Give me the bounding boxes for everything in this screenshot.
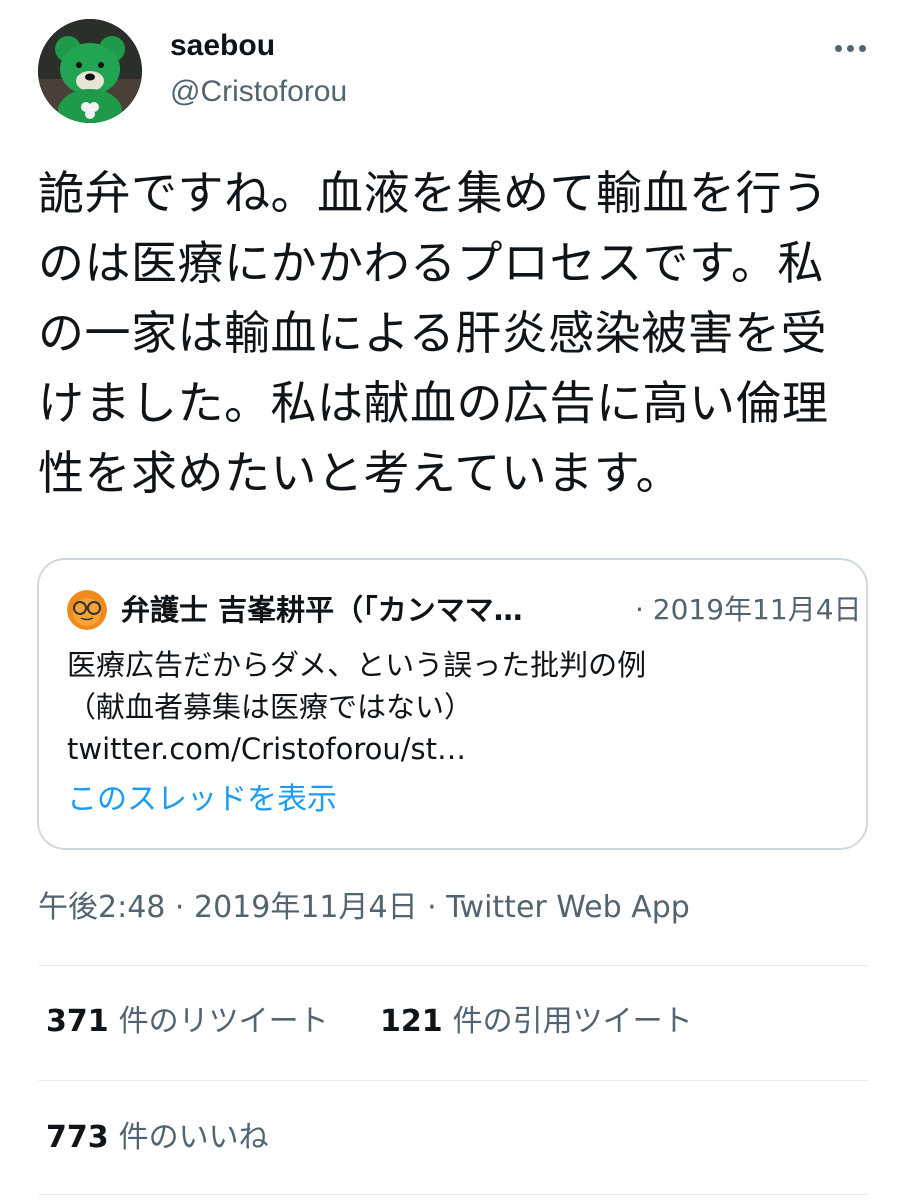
more-options-button[interactable] bbox=[826, 28, 874, 68]
more-horizontal-icon bbox=[834, 44, 842, 52]
avatar[interactable] bbox=[38, 19, 142, 123]
likes-stat[interactable]: 773 件のいいね bbox=[46, 1116, 269, 1160]
likes-count: 773 bbox=[46, 1120, 109, 1155]
more-dot bbox=[858, 44, 866, 52]
quote-author-name[interactable]: 弁護士 吉峯耕平（「カンママ… bbox=[121, 590, 611, 630]
user-handle[interactable]: @Cristoforou bbox=[170, 74, 347, 110]
quote-avatar[interactable] bbox=[67, 590, 107, 630]
retweets-stat[interactable]: 371 件のリツイート bbox=[46, 1000, 329, 1044]
show-thread-link[interactable]: このスレッドを表示 bbox=[67, 778, 337, 822]
likes-label: 件のいいね bbox=[118, 1120, 269, 1155]
retweets-count: 371 bbox=[46, 1004, 109, 1039]
quote-body: 医療広告だからダメ、という誤った批判の例 （献血者募集は医療ではない） twit… bbox=[67, 644, 837, 770]
more-dot bbox=[846, 44, 854, 52]
quotes-count: 121 bbox=[380, 1004, 443, 1039]
quote-link[interactable]: twitter.com/Cristoforou/st… bbox=[67, 728, 837, 770]
divider bbox=[38, 1194, 868, 1195]
quote-tweets-stat[interactable]: 121 件の引用ツイート bbox=[380, 1000, 693, 1044]
retweets-label: 件のリツイート bbox=[118, 1004, 329, 1039]
display-name[interactable]: saebou bbox=[170, 28, 275, 64]
quotes-label: 件の引用ツイート bbox=[452, 1004, 693, 1039]
tweet-metadata[interactable]: 午後2:48 · 2019年11月4日 · Twitter Web App bbox=[38, 886, 690, 930]
quote-body-line: 医療広告だからダメ、という誤った批判の例 bbox=[67, 648, 647, 682]
glasses-face-avatar-icon bbox=[67, 590, 107, 630]
divider bbox=[38, 1080, 868, 1081]
quoted-tweet-card[interactable]: 弁護士 吉峯耕平（「カンママ… · 2019年11月4日 医療広告だからダメ、と… bbox=[37, 558, 868, 850]
tweet-text: 詭弁ですね。血液を集めて輸血を行うのは医療にかかわるプロセスです。私の一家は輸血… bbox=[38, 166, 829, 500]
quote-date[interactable]: · 2019年11月4日 bbox=[635, 590, 862, 630]
green-bear-avatar-icon bbox=[38, 19, 142, 123]
quote-body-line: （献血者募集は医療ではない） bbox=[67, 690, 474, 724]
divider bbox=[38, 965, 868, 966]
